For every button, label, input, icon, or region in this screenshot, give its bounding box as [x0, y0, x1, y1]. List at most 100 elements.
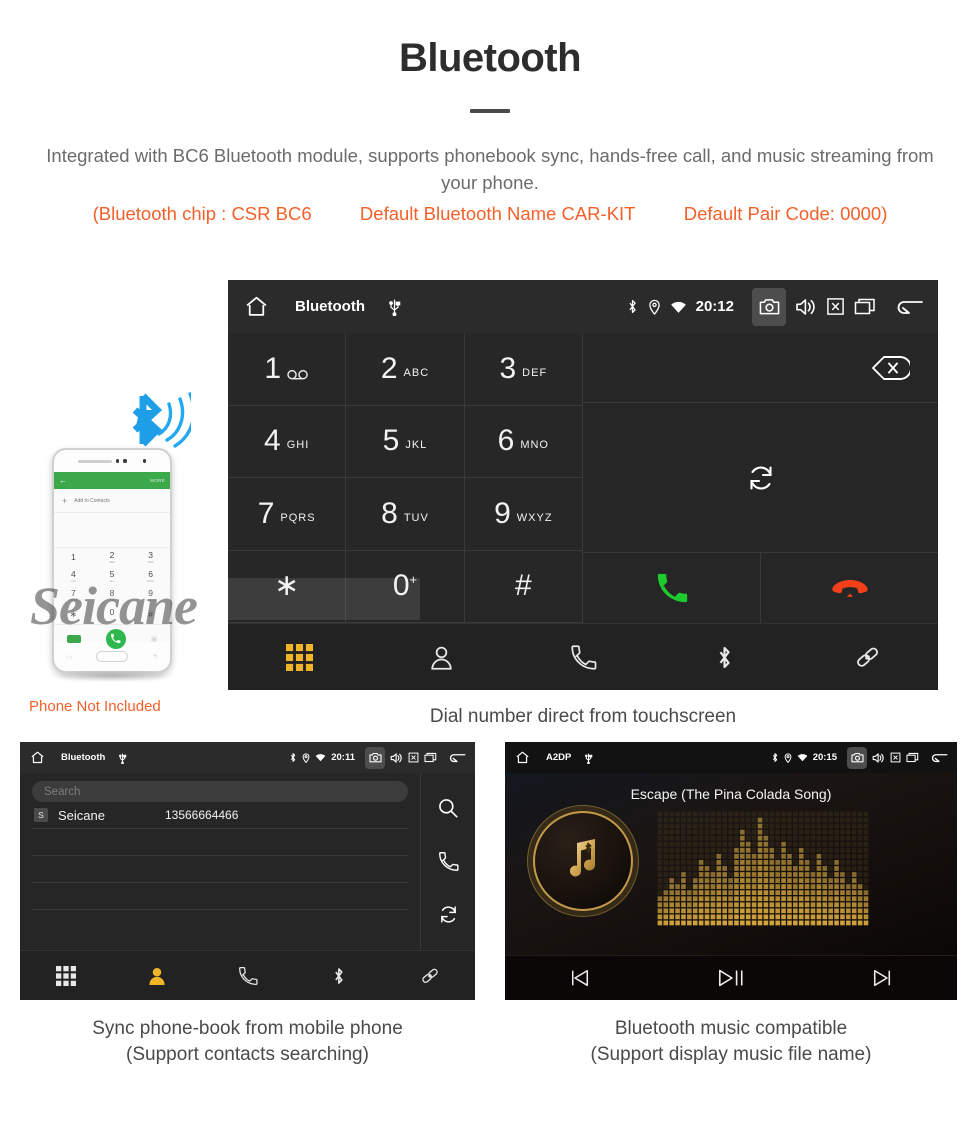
dial-key-letters: DEF [522, 366, 548, 379]
nav-bluetooth-icon[interactable] [293, 966, 384, 986]
usb-icon [118, 752, 127, 764]
dial-key-0[interactable]: 0+ [346, 550, 465, 623]
usb-icon [387, 297, 402, 316]
sync-contacts-button[interactable] [583, 403, 938, 553]
add-contact-label: Add to Contacts [74, 497, 110, 504]
recents-icon[interactable] [424, 752, 437, 763]
contacts-list[interactable]: S Seicane 13566664466 [32, 802, 408, 829]
dialed-number-display[interactable] [583, 333, 938, 403]
phone-mini-key: # [131, 605, 170, 624]
back-icon[interactable] [449, 751, 466, 764]
camera-icon[interactable] [847, 746, 867, 769]
call-button[interactable] [583, 553, 761, 623]
nav-contacts-icon[interactable] [370, 644, 512, 671]
phone-mini-key-letters: + [111, 616, 113, 621]
search-input[interactable]: Search [32, 781, 408, 802]
dial-key-6[interactable]: 6 MNO [464, 405, 583, 478]
volume-icon[interactable] [872, 752, 885, 764]
camera-icon[interactable] [752, 287, 786, 326]
usb-icon [584, 752, 593, 764]
phone-keypad: 1 2 ABC 3 DEF 4 GHI 5 JKL 6 MNO 7 PQRS 8 TUV 9 WXYZ ∗ 0 + # [54, 548, 170, 624]
dialer-clock: 20:12 [695, 298, 734, 315]
camera-icon[interactable] [365, 746, 385, 769]
next-icon[interactable] [806, 968, 957, 988]
phonebook-screen: Bluetooth 20:11 Search S Seicane 1356666… [20, 742, 475, 1000]
phonebook-nav-bar[interactable] [20, 950, 475, 1000]
previous-icon[interactable] [505, 968, 656, 988]
phone-number-area [54, 513, 170, 548]
call-icon[interactable] [438, 851, 459, 872]
phone-mini-key-letters: GHI [70, 578, 76, 583]
contact-name: Seicane [58, 807, 105, 823]
intro-paragraph: Integrated with BC6 Bluetooth module, su… [46, 145, 934, 193]
phone-mini-key-digit: 9 [148, 588, 154, 599]
contact-row[interactable]: S Seicane 13566664466 [32, 802, 408, 829]
close-box-icon[interactable] [826, 297, 845, 316]
dialer-keypad[interactable]: 1 2 ABC 3 DEF 4 GHI 5 JKL 6 MNO 7 PQRS 8 TUV 9 WXYZ ∗ 0+ # [228, 333, 583, 623]
sync-icon[interactable] [438, 904, 459, 925]
hangup-button[interactable] [761, 553, 938, 623]
nav-keypad-icon[interactable] [228, 643, 370, 671]
nav-contacts-icon[interactable] [111, 966, 202, 986]
music-clock: 20:15 [812, 752, 837, 763]
phone-mini-key: 9 WXYZ [131, 586, 170, 605]
dial-key-digit: 0+ [392, 569, 418, 603]
recents-icon[interactable] [854, 297, 876, 316]
nav-link-icon[interactable] [796, 644, 938, 671]
dial-key-digit: 4 [264, 424, 281, 458]
dialer-nav-bar[interactable] [228, 623, 938, 690]
phone-mini-key: 1 [54, 548, 93, 567]
nav-bluetooth-icon[interactable] [654, 644, 796, 671]
phone-mini-key: 8 TUV [93, 586, 132, 605]
contact-row-empty [32, 856, 408, 883]
play-pause-icon[interactable] [656, 967, 807, 989]
phone-mini-key-digit: 1 [70, 552, 76, 563]
phone-mini-key: 7 PQRS [54, 586, 93, 605]
phone-mini-key-digit: ∗ [69, 609, 77, 620]
nav-call-log-icon[interactable] [512, 644, 654, 671]
volume-icon[interactable] [390, 752, 403, 764]
nav-keypad-icon[interactable] [20, 965, 111, 986]
close-box-icon[interactable] [890, 752, 901, 763]
song-title: Escape (The Pina Colada Song) [630, 786, 832, 802]
music-controls[interactable] [505, 955, 957, 1000]
title-divider [470, 109, 510, 113]
dial-key-3[interactable]: 3 DEF [464, 333, 583, 406]
dial-key-5[interactable]: 5 JKL [346, 405, 465, 478]
phone-mini-key: 5 JKL [93, 567, 132, 586]
dial-key-star[interactable]: ∗ [228, 550, 347, 623]
dial-key-digit: 7 [257, 496, 275, 530]
dial-key-digit: 2 [380, 351, 398, 385]
dial-key-2[interactable]: 2 ABC [346, 333, 465, 406]
phone-mini-key: 6 MNO [131, 567, 170, 586]
home-icon[interactable] [30, 750, 45, 765]
phone-more-label: MORE [150, 478, 165, 483]
dial-key-4[interactable]: 4 GHI [228, 405, 347, 478]
nav-call-log-icon[interactable] [202, 966, 293, 986]
spec-pair-code: Default Pair Code: 0000) [683, 202, 888, 224]
back-icon[interactable] [896, 296, 924, 317]
dial-key-8[interactable]: 8 TUV [346, 478, 465, 551]
volume-icon[interactable] [795, 297, 817, 317]
home-icon[interactable] [244, 294, 269, 319]
phone-mini-key: ∗ [54, 605, 93, 624]
phone-mini-key-digit: 2 [109, 550, 115, 561]
phonebook-side-actions[interactable] [420, 773, 475, 949]
music-status-bar: A2DP 20:15 [505, 742, 957, 773]
spec-chip: (Bluetooth chip : CSR BC6 [92, 202, 312, 224]
close-box-icon[interactable] [408, 752, 419, 763]
dial-key-hash[interactable]: # [464, 550, 583, 623]
search-icon[interactable] [437, 797, 459, 819]
home-icon[interactable] [515, 750, 530, 765]
back-icon[interactable] [931, 751, 948, 764]
dial-key-digit: 3 [499, 351, 517, 385]
backspace-icon[interactable] [870, 355, 910, 381]
dial-key-9[interactable]: 9 WXYZ [464, 478, 583, 551]
phonebook-caption-line2: (Support contacts searching) [126, 1043, 369, 1065]
nav-link-icon[interactable] [384, 966, 475, 986]
recents-icon[interactable] [906, 752, 919, 763]
equalizer-visualizer [657, 811, 869, 926]
dial-key-1[interactable]: 1 [228, 333, 347, 406]
wifi-icon [315, 753, 326, 762]
dial-key-7[interactable]: 7 PQRS [228, 478, 347, 551]
